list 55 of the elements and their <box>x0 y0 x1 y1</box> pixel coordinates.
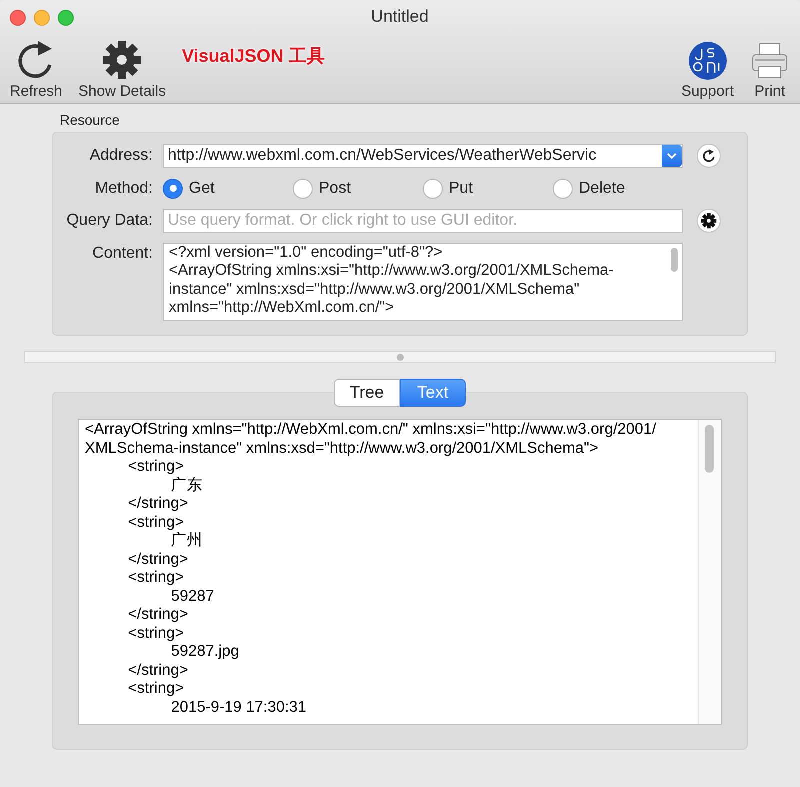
code-line: 59287.jpg <box>170 643 240 662</box>
annotation-label: VisualJSON 工具 <box>182 45 325 68</box>
radio-button[interactable] <box>293 178 313 199</box>
zoom-button[interactable] <box>58 10 74 26</box>
code-line: XMLSchema-instance" xmlns:xsd="http://www.w3.org/2001/XMLSchema"> <box>85 440 600 458</box>
window-title: Untitled <box>371 7 429 27</box>
gear-icon <box>701 213 717 230</box>
dropdown-button[interactable] <box>662 145 682 168</box>
details-button[interactable]: Show Details <box>74 39 170 100</box>
query-field[interactable]: Use query format. Or click right to use GUI editor. <box>163 209 683 234</box>
address-field[interactable]: http://www.webxml.com.cn/WebServices/WeatherWebServic <box>163 144 683 168</box>
radio-button[interactable] <box>553 178 573 199</box>
code-line: <ArrayOfString xmlns="http://WebXml.com.cn/" xmlns:xsi="http://www.w3.org/2001/ <box>85 421 658 440</box>
code-line: </string> <box>127 662 190 680</box>
section-title: Resource <box>60 112 120 128</box>
scrollbar-thumb[interactable] <box>705 425 714 473</box>
code-line: <string> <box>127 680 186 698</box>
field-label: Content: <box>92 244 153 262</box>
code-line: 广州 <box>170 532 204 550</box>
field-label: Address: <box>88 147 153 166</box>
close-button[interactable] <box>10 10 26 26</box>
content-field[interactable]: <?xml version="1.0" encoding="utf-8"?> <ArrayOfString xmlns:xsi="http://www.w3.org/2001/XMLSchema- instance" xmlns:xsd="http://www.w3.org/2001/XMLSchema" xmlns="http://WebXml.com.cn/"> <box>163 242 683 320</box>
method-radio[interactable]: Delete <box>553 178 683 199</box>
code-line: 广东 <box>170 476 204 495</box>
method-radio[interactable]: Put <box>423 178 553 199</box>
gear-icon <box>101 39 144 81</box>
json-logo-icon <box>688 41 728 81</box>
code-line: </string> <box>127 495 190 514</box>
field-label: Method: <box>94 180 153 198</box>
code-line: 2015-9-19 17:30:31 <box>170 698 308 717</box>
result-text-area[interactable] <box>78 419 722 725</box>
support-button[interactable]: Support <box>677 41 738 100</box>
editor-button[interactable] <box>697 209 721 234</box>
printer-icon <box>750 41 790 81</box>
method-radio[interactable]: Post <box>293 178 423 199</box>
scrollbar-thumb[interactable] <box>671 248 678 272</box>
radio-button[interactable] <box>163 178 183 199</box>
grip-handle[interactable] <box>396 354 404 360</box>
print-button[interactable]: Print <box>746 41 794 100</box>
code-line: <string> <box>127 458 186 476</box>
view-tab[interactable]: Tree <box>334 379 400 407</box>
code-line: </string> <box>127 606 190 624</box>
refresh-button[interactable]: Refresh <box>6 39 67 100</box>
field-label: Query Data: <box>66 212 153 230</box>
radio-button[interactable] <box>423 178 443 199</box>
minimize-button[interactable] <box>34 10 50 26</box>
code-line: 59287 <box>170 588 216 606</box>
chevron-icon <box>667 152 677 160</box>
code-line: <string> <box>127 514 186 532</box>
code-line: <string> <box>127 624 186 643</box>
method-radio[interactable]: Get <box>163 178 293 199</box>
refresh-icon <box>702 149 716 164</box>
code-line: <string> <box>127 569 186 588</box>
reload-button[interactable] <box>697 144 721 168</box>
code-line: </string> <box>127 550 190 569</box>
